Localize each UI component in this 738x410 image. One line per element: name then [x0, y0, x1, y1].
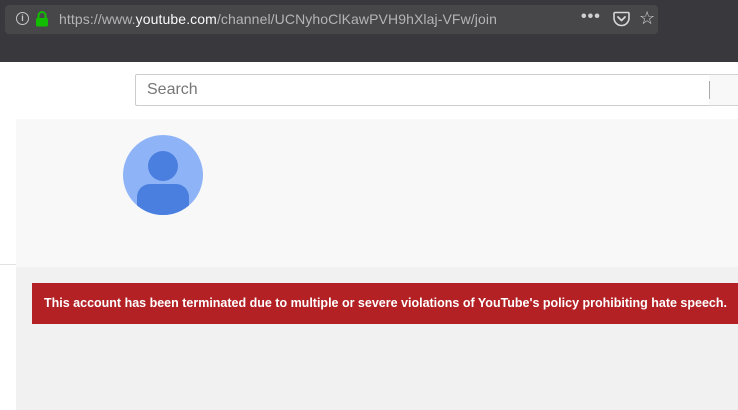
- search-button[interactable]: [709, 74, 738, 106]
- search-icon: [709, 81, 714, 99]
- address-bar[interactable]: i https://www.youtube.com/channel/UCNyho…: [5, 5, 658, 34]
- divider: [0, 264, 16, 265]
- channel-content: This account has been terminated due to …: [16, 267, 738, 410]
- masthead: [0, 62, 738, 119]
- info-icon[interactable]: i: [16, 12, 29, 25]
- more-actions-icon[interactable]: •••: [581, 8, 601, 26]
- channel-header: [16, 119, 738, 267]
- default-avatar-icon: [123, 135, 203, 215]
- pocket-icon[interactable]: [613, 11, 630, 27]
- termination-alert: This account has been terminated due to …: [32, 283, 738, 324]
- url-host: youtube.com: [135, 11, 217, 27]
- search-input[interactable]: [135, 74, 710, 106]
- bookmark-star-icon[interactable]: ☆: [639, 9, 655, 27]
- url-text[interactable]: https://www.youtube.com/channel/UCNyhoCl…: [59, 11, 497, 27]
- url-path: /channel/UCNyhoClKawPVH9hXlaj-VFw/join: [216, 11, 497, 27]
- browser-toolbar: i https://www.youtube.com/channel/UCNyho…: [0, 0, 738, 62]
- lock-icon[interactable]: [35, 11, 49, 27]
- url-prefix: https://www.: [59, 11, 136, 27]
